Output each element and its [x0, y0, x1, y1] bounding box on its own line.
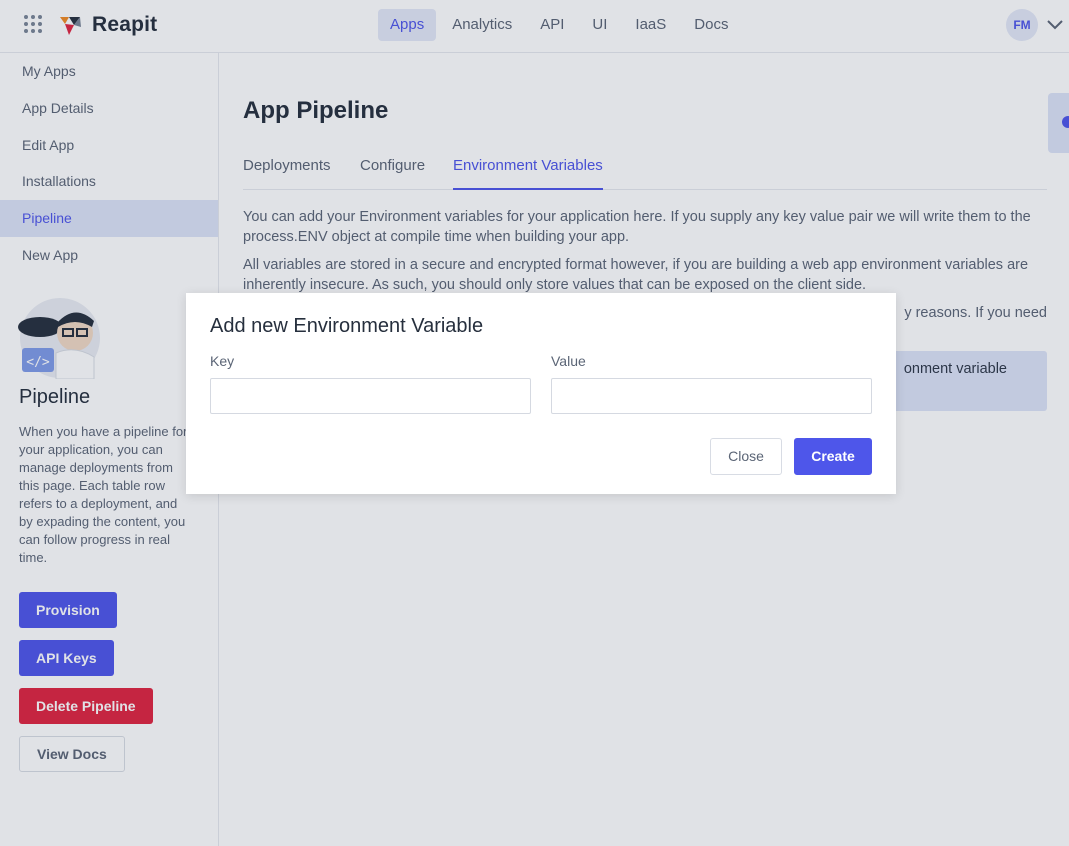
value-label: Value — [551, 353, 586, 369]
value-input[interactable] — [551, 378, 872, 414]
key-label: Key — [210, 353, 235, 369]
add-env-variable-modal: Add new Environment Variable Key Value C… — [186, 293, 896, 494]
create-button[interactable]: Create — [794, 438, 872, 475]
close-button[interactable]: Close — [710, 438, 782, 475]
modal-title: Add new Environment Variable — [210, 315, 484, 337]
key-input[interactable] — [210, 378, 531, 414]
